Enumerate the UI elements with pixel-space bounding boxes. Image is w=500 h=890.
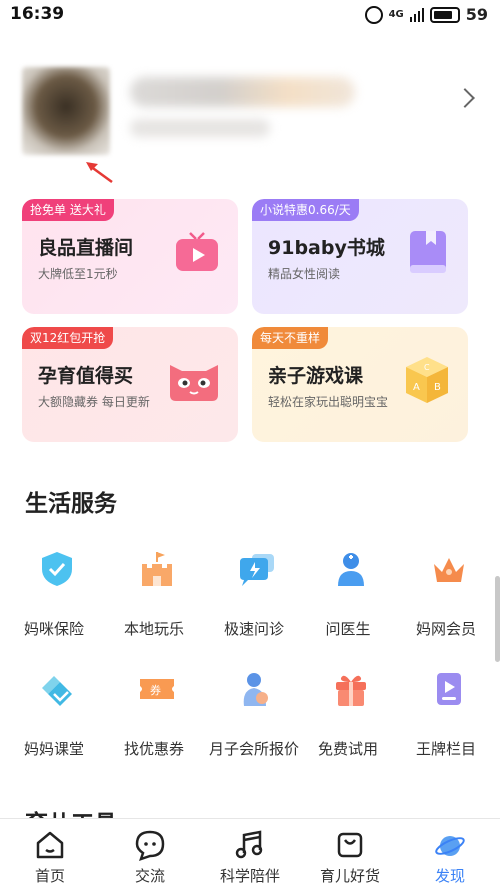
signal-icon: [409, 7, 424, 22]
promo-subtitle: 精品女性阅读: [268, 267, 341, 281]
service-label: 妈网会员: [415, 620, 476, 638]
shopping-bag-icon: [337, 832, 363, 858]
abc-block-icon: C A B: [406, 357, 448, 403]
music-note-icon: [235, 830, 263, 859]
doctor-icon: [338, 553, 364, 586]
section-title-tools: 育儿工具: [25, 804, 117, 818]
battery-icon: [429, 6, 460, 23]
service-confinement-prices[interactable]: 月子会所报价: [204, 656, 304, 766]
promo-card-deals[interactable]: 双12红包开抢 孕育值得买 大额隐藏券 每日更新: [22, 327, 238, 442]
tab-label: 育儿好货: [319, 867, 380, 885]
classroom-icon: [42, 676, 72, 706]
chat-icon: [135, 830, 165, 861]
promo-title: 孕育值得买: [38, 365, 134, 387]
promo-subtitle: 轻松在家玩出聪明宝宝: [268, 395, 389, 409]
battery-level: 59: [465, 5, 488, 24]
svg-text:券: 券: [150, 683, 161, 697]
tab-label: 首页: [34, 867, 65, 885]
service-insurance[interactable]: 妈咪保险: [4, 536, 104, 646]
crown-icon: [434, 558, 464, 582]
service-free-trial[interactable]: 免费试用: [298, 656, 398, 766]
home-icon: [36, 831, 64, 859]
coupon-icon: 券: [140, 679, 174, 699]
status-time: 16:39: [10, 4, 65, 24]
username-blurred: [130, 77, 355, 107]
service-top-column[interactable]: 王牌栏目: [396, 656, 496, 766]
chat-bubbles-icon: [240, 554, 274, 586]
service-local-fun[interactable]: 本地玩乐: [104, 536, 204, 646]
chevron-right-icon[interactable]: [455, 88, 475, 108]
service-label: 王牌栏目: [415, 740, 476, 758]
promo-subtitle: 大额隐藏券 每日更新: [38, 395, 150, 409]
avatar[interactable]: [22, 67, 110, 155]
service-label: 极速问诊: [223, 620, 284, 638]
section-title-services: 生活服务: [25, 491, 117, 517]
shield-check-icon: [42, 552, 72, 586]
svg-text:B: B: [434, 382, 441, 393]
service-ask-doctor[interactable]: 问医生: [298, 536, 398, 646]
service-label: 免费试用: [317, 740, 378, 758]
service-label: 月子会所报价: [208, 740, 299, 758]
service-label: 问医生: [325, 620, 371, 638]
discover-planet-icon: [435, 836, 465, 856]
promo-card-live[interactable]: 抢免单 送大礼 良品直播间 大牌低至1元秒: [22, 199, 238, 314]
tab-baby-goods[interactable]: 育儿好货: [300, 819, 400, 890]
book-icon: [410, 231, 446, 273]
promo-title: 91baby书城: [268, 237, 385, 259]
scrollbar[interactable]: [495, 576, 500, 662]
promo-title: 良品直播间: [38, 237, 134, 259]
promo-tag: 双12红包开抢: [22, 327, 114, 349]
service-label: 找优惠券: [123, 740, 184, 758]
service-classroom[interactable]: 妈妈课堂: [4, 656, 104, 766]
cat-face-icon: [170, 365, 218, 401]
service-quick-consult[interactable]: 极速问诊: [204, 536, 304, 646]
svg-text:A: A: [413, 382, 420, 393]
annotation-arrow-icon: [86, 162, 113, 184]
service-membership[interactable]: 妈网会员: [396, 536, 496, 646]
tv-icon: [176, 232, 218, 271]
video-play-icon: [437, 673, 461, 705]
promo-title: 亲子游戏课: [268, 365, 364, 387]
tab-home[interactable]: 首页: [0, 819, 100, 890]
status-bar: 16:39 4G 59: [0, 0, 500, 30]
status-icons: 4G 59: [364, 5, 488, 24]
tab-label: 科学陪伴: [219, 867, 280, 885]
alarm-icon: [364, 5, 383, 24]
tab-label: 发现: [434, 867, 465, 885]
service-label: 妈咪保险: [23, 620, 84, 638]
tab-science-companion[interactable]: 科学陪伴: [200, 819, 300, 890]
promo-tag: 小说特惠0.66/天: [252, 199, 359, 221]
mother-baby-icon: [243, 673, 268, 706]
profile-header[interactable]: [0, 55, 500, 165]
tab-label: 交流: [134, 867, 165, 885]
network-label: 4G: [388, 8, 404, 20]
promo-tag: 每天不重样: [252, 327, 329, 349]
promo-subtitle: 大牌低至1元秒: [38, 267, 118, 281]
service-label: 本地玩乐: [123, 620, 184, 638]
user-info-blurred: [130, 119, 270, 137]
bottom-tab-bar: 首页 交流 科学陪伴 育儿好货 发现: [0, 818, 500, 890]
castle-icon: [142, 552, 172, 586]
promo-tag: 抢免单 送大礼: [22, 199, 114, 221]
promo-card-games[interactable]: 每天不重样 亲子游戏课 轻松在家玩出聪明宝宝 C A B: [252, 327, 468, 442]
promo-card-books[interactable]: 小说特惠0.66/天 91baby书城 精品女性阅读: [252, 199, 468, 314]
tab-community[interactable]: 交流: [100, 819, 200, 890]
svg-text:C: C: [424, 363, 430, 372]
service-coupons[interactable]: 券 找优惠券: [104, 656, 204, 766]
tab-discover[interactable]: 发现: [400, 819, 500, 890]
gift-box-icon: [336, 675, 366, 706]
service-label: 妈妈课堂: [23, 740, 84, 758]
